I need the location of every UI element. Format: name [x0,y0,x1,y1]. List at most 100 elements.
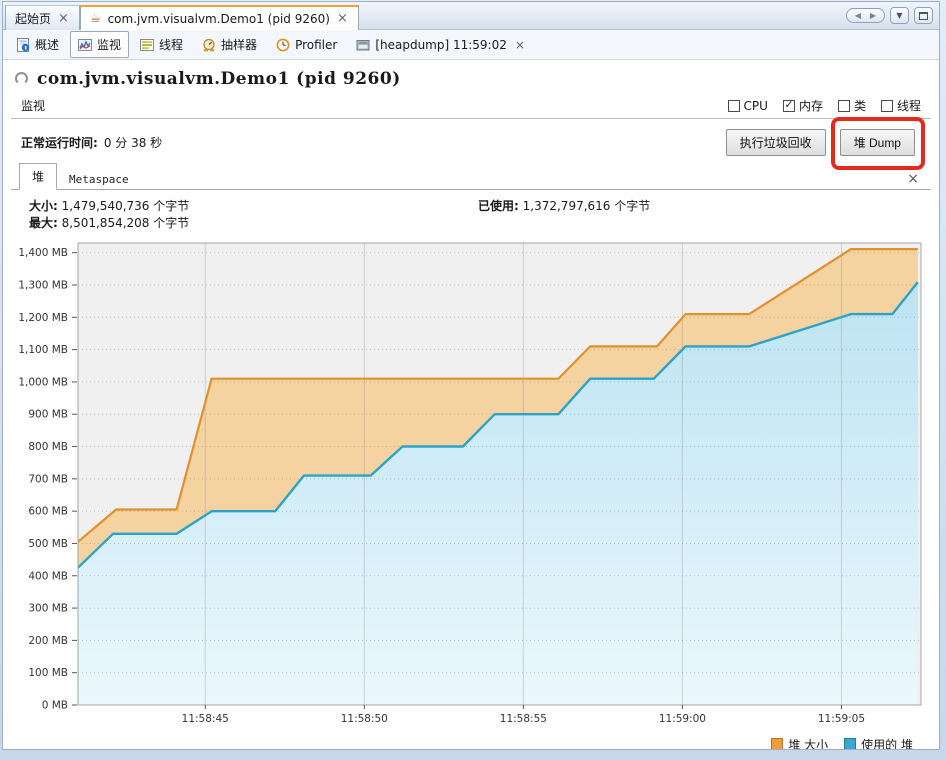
svg-text:800 MB: 800 MB [28,441,68,453]
monitor-section-label: 监视 [21,97,45,114]
used-value: 1,372,797,616 个字节 [523,199,651,213]
tab-strip-controls: ◀ ▶ ▼ [846,7,939,24]
window-tab-strip: 起始页 × ☕ com.jvm.visualvm.Demo1 (pid 9260… [3,2,939,30]
toolbar-threads-button[interactable]: 线程 [132,31,191,58]
max-label: 最大: [29,216,58,230]
size-value: 1,479,540,736 个字节 [62,199,190,213]
legend-label: 使用的 堆 [861,736,913,751]
loading-spinner-icon [15,72,28,85]
heap-chart-area: 0 MB 100 MB 200 MB 300 MB 400 MB 500 MB 600 MB… [3,240,939,735]
legend-item-heap-size: 堆 大小 [771,736,828,751]
used-label: 已使用: [478,199,519,213]
checkbox-label: 类 [854,97,866,114]
maximize-button[interactable] [914,7,933,24]
close-icon[interactable]: × [515,38,525,52]
tab-heap[interactable]: 堆 [19,163,57,190]
svg-text:1,000 MB: 1,000 MB [18,376,68,388]
toolbar-button-label: 抽样器 [221,36,257,53]
heap-stats: 大小: 1,479,540,736 个字节 最大: 8,501,854,208 … [3,190,939,240]
monitor-section-bar: 监视 CPU 内存 类 线程 [11,93,931,119]
svg-text:200 MB: 200 MB [28,635,68,647]
close-icon[interactable]: × [336,12,349,25]
toolbar-button-label: [heapdump] 11:59:02 [375,38,507,52]
sampler-gauge-icon [202,38,216,52]
toolbar-button-label: Profiler [295,38,337,52]
legend-label: 堆 大小 [788,736,828,751]
svg-text:11:58:50: 11:58:50 [341,713,388,725]
tab-start-page[interactable]: 起始页 × [5,5,80,30]
svg-text:500 MB: 500 MB [28,538,68,550]
tab-metaspace[interactable]: Metaspace [57,169,141,190]
toolbar-button-label: 线程 [159,36,183,53]
svg-text:1,100 MB: 1,100 MB [18,344,68,356]
checkbox-cpu[interactable]: CPU [728,99,768,113]
svg-text:600 MB: 600 MB [28,506,68,518]
toolbar-overview-button[interactable]: 概述 [8,31,67,58]
checkbox-box [783,100,795,112]
view-toolbar: 概述 监视 线程 抽样器 Profiler [heapdump] 11:59:0… [3,30,939,60]
uptime-row: 正常运行时间: 0 分 38 秒 执行垃圾回收 堆 Dump [3,119,939,165]
checkbox-label: CPU [744,99,768,113]
toolbar-sampler-button[interactable]: 抽样器 [194,31,265,58]
checkbox-classes[interactable]: 类 [838,97,866,114]
threads-icon [140,38,154,52]
svg-text:1,400 MB: 1,400 MB [18,247,68,259]
legend-item-used-heap: 使用的 堆 [844,736,913,751]
close-icon[interactable]: × [907,171,923,189]
checkbox-box [881,100,893,112]
svg-text:11:59:05: 11:59:05 [818,713,865,725]
checkbox-box [728,100,740,112]
title-row: com.jvm.visualvm.Demo1 (pid 9260) [3,60,939,93]
tab-list-dropdown-button[interactable]: ▼ [890,7,909,24]
chevron-down-icon: ▼ [896,11,902,20]
application-window: 起始页 × ☕ com.jvm.visualvm.Demo1 (pid 9260… [2,1,940,750]
uptime-value: 0 分 38 秒 [104,134,162,151]
heap-dump-wrap: 堆 Dump [840,129,915,156]
profiler-clock-icon [276,38,290,52]
close-icon[interactable]: × [57,12,70,25]
action-buttons: 执行垃圾回收 堆 Dump [726,129,923,156]
svg-text:900 MB: 900 MB [28,409,68,421]
toolbar-button-label: 概述 [35,36,59,53]
checkbox-label: 线程 [897,97,921,114]
heap-dump-button[interactable]: 堆 Dump [840,129,915,156]
monitor-chart-icon [78,38,92,52]
toolbar-button-label: 监视 [97,36,121,53]
tab-label: 起始页 [15,10,51,27]
svg-text:11:59:00: 11:59:00 [659,713,706,725]
toolbar-heapdump-button[interactable]: [heapdump] 11:59:02 × [348,33,533,57]
checkbox-threads[interactable]: 线程 [881,97,921,114]
scroll-left-icon[interactable]: ◀ [855,11,861,20]
used-heap-swatch [844,738,856,750]
uptime-label: 正常运行时间: [21,134,98,151]
svg-text:700 MB: 700 MB [28,473,68,485]
tab-label: com.jvm.visualvm.Demo1 (pid 9260) [108,12,330,26]
toolbar-profiler-button[interactable]: Profiler [268,33,345,57]
run-gc-button[interactable]: 执行垃圾回收 [726,129,826,156]
toolbar-monitor-button[interactable]: 监视 [70,31,129,58]
svg-text:400 MB: 400 MB [28,570,68,582]
heap-size-swatch [771,738,783,750]
svg-text:11:58:45: 11:58:45 [182,713,229,725]
scroll-right-icon[interactable]: ▶ [870,11,876,20]
heap-max-stat: 最大: 8,501,854,208 个字节 [29,215,939,232]
memory-tab-row: 堆 Metaspace × [11,165,931,190]
tab-scroll-buttons: ◀ ▶ [846,8,885,23]
checkbox-memory[interactable]: 内存 [783,97,823,114]
java-coffee-icon: ☕ [90,12,102,25]
size-label: 大小: [29,199,58,213]
svg-text:1,300 MB: 1,300 MB [18,280,68,292]
tab-application[interactable]: ☕ com.jvm.visualvm.Demo1 (pid 9260) × [80,5,359,30]
chart-legend: 堆 大小 使用的 堆 [3,736,939,750]
maximize-icon [919,12,928,20]
heapdump-icon [356,38,370,52]
checkbox-box [838,100,850,112]
svg-text:100 MB: 100 MB [28,667,68,679]
page-title: com.jvm.visualvm.Demo1 (pid 9260) [37,69,401,89]
svg-text:1,200 MB: 1,200 MB [18,312,68,324]
svg-text:300 MB: 300 MB [28,603,68,615]
heap-used-stat: 已使用: 1,372,797,616 个字节 [478,198,650,215]
svg-text:0 MB: 0 MB [42,700,68,712]
heap-usage-chart: 0 MB 100 MB 200 MB 300 MB 400 MB 500 MB 600 MB… [3,240,940,732]
max-value: 8,501,854,208 个字节 [62,216,190,230]
